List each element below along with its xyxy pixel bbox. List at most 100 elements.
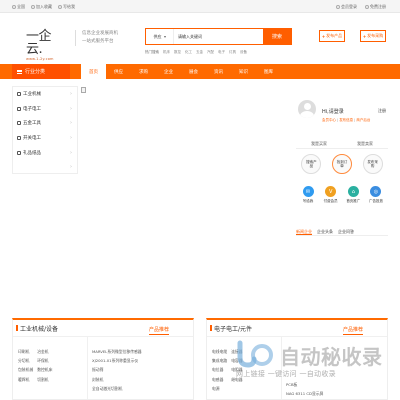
hot-word[interactable]: 机床	[163, 50, 170, 55]
nav-item-expo[interactable]: 展会	[181, 64, 206, 79]
member-center-link[interactable]: 会员中心	[322, 118, 336, 122]
nav-item-purchase[interactable]: 求购	[131, 64, 156, 79]
category-link[interactable]: 环保机	[37, 358, 52, 364]
nav-item-gallery[interactable]: 图库	[256, 64, 281, 79]
floor-header: 工业机械/设备 产品推荐	[13, 320, 193, 337]
plus-icon: +	[321, 33, 326, 39]
slogan-line-1: 信息企业发展商机	[82, 31, 118, 36]
top-bar: 全国 加入收藏 写给我 会员登录 免费注册	[0, 0, 400, 13]
publish-purchase-button[interactable]: + 发布采购	[360, 30, 386, 42]
service-write[interactable]: ✉ 写给我	[298, 186, 318, 204]
chevron-right-icon: ›	[70, 105, 72, 112]
chevron-right-icon: ›	[70, 149, 72, 156]
logo-mark: 一企云.	[26, 29, 52, 57]
nav-item-news[interactable]: 资讯	[206, 64, 231, 79]
hot-word[interactable]: 五金	[196, 50, 203, 55]
category-link[interactable]: 电源	[212, 386, 227, 392]
category-link[interactable]: 集成电路	[212, 358, 227, 364]
service-promote[interactable]: ⌂ 首页推广	[343, 186, 363, 204]
location-icon	[12, 5, 16, 9]
category-link[interactable]: 冶金机	[37, 349, 52, 355]
floor-title[interactable]: 电子电工/元件	[207, 324, 252, 333]
login-link[interactable]: 会员登录	[336, 4, 357, 10]
floor-title[interactable]: 工业机械/设备	[13, 324, 58, 333]
nav-item-home[interactable]: 首页	[81, 64, 106, 79]
category-column: 印刷机 分切机 包装机械 暖焊机	[18, 349, 33, 383]
topbar-right: 会员登录 免费注册	[336, 4, 386, 10]
hot-word[interactable]: 灯具	[229, 50, 236, 55]
banner-area[interactable]	[80, 86, 290, 221]
product-link[interactable]: 封装机	[92, 377, 142, 383]
tab-seller[interactable]: 我是卖家	[342, 140, 388, 148]
search-category-select[interactable]: 供应	[146, 29, 174, 44]
write-link[interactable]: 写给我	[58, 4, 75, 10]
hot-word[interactable]: 化工	[185, 50, 192, 55]
login-greeting[interactable]: Hi,请登录	[322, 108, 344, 115]
category-link[interactable]: 电线电缆	[212, 349, 227, 355]
product-link[interactable]: 全自动激光切割机	[92, 386, 142, 392]
floor-recommend-tab[interactable]: 产品推荐	[343, 326, 364, 335]
category-link[interactable]: 切割机	[37, 377, 52, 383]
category-column: 冶金机 环保机 数控机床 切割机	[37, 349, 52, 383]
watermark: 自动秘收录 网上链接 一键访问 一自动收录	[232, 335, 382, 385]
category-link[interactable]: 数控机床	[37, 367, 52, 373]
floor-recommend-tab[interactable]: 产品推荐	[149, 326, 170, 335]
nav-item-company[interactable]: 企业	[156, 64, 181, 79]
merchant-backend-link[interactable]: 商户后台	[356, 118, 370, 122]
vip-icon: V	[325, 186, 337, 197]
avatar-body	[300, 111, 314, 118]
hot-word[interactable]: 电子	[218, 50, 225, 55]
category-link[interactable]: 包装机械	[18, 367, 33, 373]
publish-product-button[interactable]: + 发布产品	[319, 30, 345, 42]
sidebar-item-more[interactable]: ›	[13, 160, 77, 175]
category-link[interactable]: 暖焊机	[18, 377, 33, 383]
edit-icon	[365, 5, 369, 9]
nav-item-knowledge[interactable]: 知识	[231, 64, 256, 79]
category-link[interactable]: 电位器	[212, 367, 227, 373]
product-link[interactable]: XJ2001-01系列称重显示仪	[92, 358, 142, 364]
menu-icon	[17, 69, 22, 74]
category-column: 电线电缆 集成电路 电位器 电感器 电源	[212, 349, 227, 392]
hot-word[interactable]: 数控	[174, 50, 181, 55]
sidebar-item-gifts[interactable]: 礼品纸品 ›	[13, 145, 77, 160]
watermark-subtitle: 网上链接 一键访问 一自动收录	[236, 370, 336, 378]
hot-word[interactable]: 设备	[240, 50, 247, 55]
tab-qa[interactable]: 企业问答	[338, 227, 354, 235]
plus-icon: +	[362, 33, 367, 39]
service-vip[interactable]: V 付费会员	[321, 186, 341, 204]
search-input[interactable]	[174, 29, 263, 44]
service-ads[interactable]: ◎ 广告投放	[366, 186, 386, 204]
watermark-title: 自动秘收录	[280, 345, 383, 369]
hot-word[interactable]: 汽配	[207, 50, 214, 55]
tab-company-news[interactable]: 新闻企业	[296, 227, 312, 235]
sidebar-item-switches[interactable]: 开关电工 ›	[13, 131, 77, 146]
chip-icon	[17, 106, 21, 111]
site-logo[interactable]: 一企云. www.1-2y.com	[26, 30, 66, 61]
tab-headlines[interactable]: 企业头条	[317, 227, 333, 235]
category-link[interactable]: 电感器	[212, 377, 227, 383]
product-link[interactable]: 振动筛	[92, 367, 142, 373]
publish-purchase-circle[interactable]: 发布采购	[362, 154, 383, 174]
tab-buyer[interactable]: 我是买家	[296, 140, 342, 148]
product-link[interactable]: NAG 6311 CD显示屏	[286, 391, 323, 397]
favorite-link[interactable]: 加入收藏	[31, 4, 52, 10]
category-link[interactable]: 印刷机	[18, 349, 33, 355]
sidebar-item-machinery[interactable]: 工业机械 ›	[13, 87, 77, 102]
register-link[interactable]: 免费注册	[365, 4, 386, 10]
find-order-button[interactable]: 找到订单	[331, 154, 352, 174]
publish-info-link[interactable]: 发布信息	[339, 118, 353, 122]
product-link[interactable]: MARVEL系列微型位移传感器	[92, 349, 142, 355]
register-link-panel[interactable]: 注册	[378, 108, 386, 114]
user-links: 会员中心|发布信息|商户后台	[322, 118, 371, 122]
switch-icon	[17, 136, 21, 141]
sidebar-item-hardware[interactable]: 五金工具 ›	[13, 116, 77, 131]
search-product-button[interactable]: 搜索产品	[301, 154, 322, 174]
topbar-left: 全国 加入收藏 写给我	[12, 4, 75, 10]
category-menu-button[interactable]: 行业分类	[12, 64, 70, 79]
category-link[interactable]: 分切机	[18, 358, 33, 364]
sidebar-item-electronics[interactable]: 电子电工 ›	[13, 102, 77, 117]
avatar-head	[303, 103, 311, 110]
search-button[interactable]: 搜索	[263, 29, 291, 44]
location-link[interactable]: 全国	[12, 4, 25, 10]
nav-item-supply[interactable]: 供应	[106, 64, 131, 79]
